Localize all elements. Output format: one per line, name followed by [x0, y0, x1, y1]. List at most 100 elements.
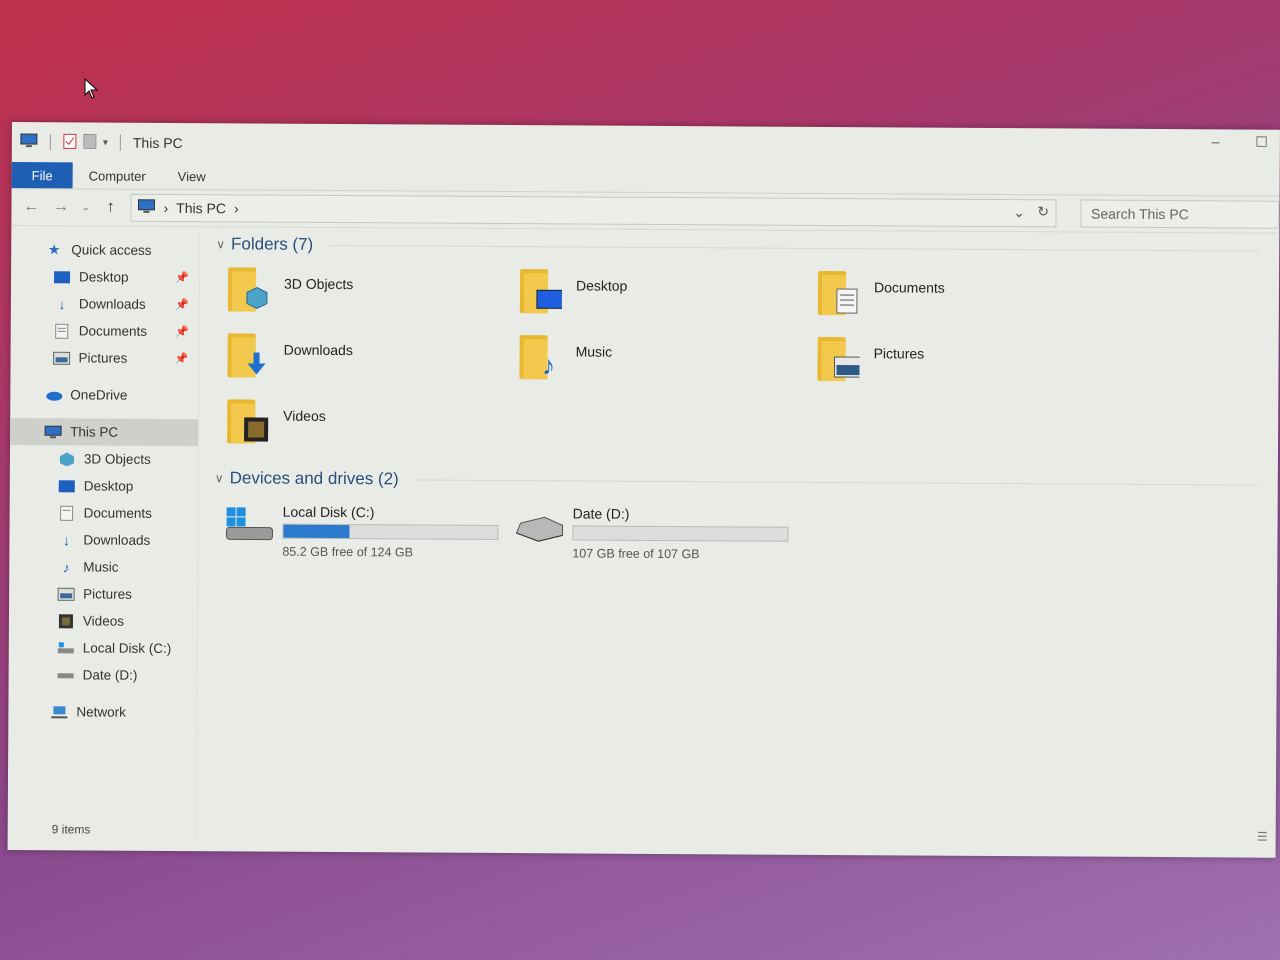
drive-label: Date (D:): [572, 505, 630, 522]
3d-objects-icon: [244, 285, 270, 310]
folder-documents[interactable]: Documents: [816, 267, 1116, 335]
drive-icon: [57, 667, 75, 683]
address-dropdown-icon[interactable]: ⌄: [1013, 204, 1025, 221]
nav-item-videos[interactable]: Videos: [9, 607, 197, 635]
nav-item-desktop-quick[interactable]: Desktop 📌: [11, 263, 199, 291]
nav-network[interactable]: Network: [8, 698, 196, 726]
nav-item-documents[interactable]: Documents: [10, 499, 198, 527]
nav-this-pc[interactable]: This PC: [10, 417, 199, 447]
pin-icon[interactable]: 📌: [175, 325, 189, 338]
breadcrumb-this-pc[interactable]: This PC: [176, 200, 226, 216]
nav-item-downloads-quick[interactable]: ↓ Downloads 📌: [11, 290, 199, 318]
nav-item-music[interactable]: ♪ Music: [9, 553, 197, 581]
collapse-chevron-icon[interactable]: ∨: [216, 237, 225, 251]
forward-arrow-icon[interactable]: →: [51, 198, 71, 216]
download-icon: ↓: [58, 295, 66, 312]
pin-icon[interactable]: 📌: [175, 271, 189, 284]
download-icon: [243, 351, 269, 375]
nav-onedrive[interactable]: OneDrive: [10, 381, 198, 409]
tab-file[interactable]: File: [11, 161, 73, 189]
refresh-icon[interactable]: ↻: [1037, 203, 1049, 220]
properties-icon[interactable]: [63, 133, 77, 152]
nav-item-date-d[interactable]: Date (D:): [9, 661, 197, 689]
address-bar[interactable]: › This PC › ⌄ ↻: [130, 193, 1057, 228]
content-pane: ∨ Folders (7) 3D Objects Desktop Documen…: [197, 227, 1280, 844]
breadcrumb-separator[interactable]: ›: [163, 200, 168, 216]
nav-label: Date (D:): [82, 667, 138, 683]
nav-item-3d-objects[interactable]: 3D Objects: [10, 445, 198, 473]
nav-item-local-disk-c[interactable]: Local Disk (C:): [9, 634, 197, 662]
mouse-cursor-icon: [84, 78, 99, 99]
quick-access-toolbar: ▾ This PC: [20, 133, 183, 153]
document-icon: [834, 288, 860, 314]
tab-computer[interactable]: Computer: [73, 162, 162, 189]
collapse-chevron-icon[interactable]: ∨: [215, 471, 224, 485]
back-arrow-icon[interactable]: ←: [21, 198, 41, 216]
nav-item-documents-quick[interactable]: Documents 📌: [11, 317, 199, 345]
nav-label: 3D Objects: [83, 451, 151, 467]
nav-label: Music: [83, 559, 119, 575]
computer-icon: [20, 133, 38, 152]
usage-fill: [283, 524, 350, 539]
drive-icon: [514, 501, 564, 545]
drive-label: Local Disk (C:): [282, 503, 375, 521]
computer-icon: [44, 424, 62, 440]
window-title: This PC: [132, 134, 183, 152]
nav-label: This PC: [70, 424, 119, 440]
minimize-button[interactable]: –: [1211, 133, 1219, 150]
pin-icon[interactable]: 📌: [175, 298, 189, 311]
tab-view[interactable]: View: [162, 163, 222, 189]
nav-quick-access[interactable]: ★ Quick access: [11, 236, 199, 264]
group-title: Devices and drives (2): [229, 468, 399, 489]
nav-label: Desktop: [79, 269, 129, 285]
picture-icon: [833, 355, 860, 379]
drives-group-header[interactable]: ∨ Devices and drives (2): [215, 463, 1278, 499]
nav-label: Documents: [83, 505, 152, 521]
folder-icon: [226, 263, 274, 315]
details-view-icon[interactable]: ☰: [1257, 830, 1268, 844]
folder-label: Music: [575, 343, 613, 360]
file-explorer-window: ▾ This PC – ☐ File Computer View ← → ⌄ ↑…: [7, 122, 1280, 858]
nav-label: Local Disk (C:): [82, 640, 172, 656]
search-placeholder: Search This PC: [1090, 205, 1189, 223]
folder-label: 3D Objects: [283, 275, 354, 293]
folder-label: Pictures: [873, 345, 925, 362]
folder-videos[interactable]: Videos: [225, 395, 517, 463]
folder-icon: [518, 265, 566, 317]
up-arrow-icon[interactable]: ↑: [101, 199, 121, 217]
nav-item-desktop[interactable]: Desktop: [10, 472, 198, 500]
nav-label: Quick access: [71, 242, 152, 258]
new-folder-icon[interactable]: [83, 133, 97, 152]
drive-date-d[interactable]: Date (D:) 107 GB free of 107 GB: [514, 501, 804, 562]
folder-icon: [815, 333, 863, 385]
video-icon: [57, 613, 75, 629]
drive-local-disk-c[interactable]: Local Disk (C:) 85.2 GB free of 124 GB: [224, 499, 514, 560]
folder-downloads[interactable]: Downloads: [225, 329, 517, 397]
folder-3d-objects[interactable]: 3D Objects: [226, 263, 518, 331]
nav-item-pictures-quick[interactable]: Pictures 📌: [10, 344, 198, 372]
folder-music[interactable]: ♪ Music: [517, 331, 815, 399]
picture-icon: [53, 350, 71, 366]
drives-list: Local Disk (C:) 85.2 GB free of 124 GB D…: [224, 499, 1277, 564]
customize-toolbar-chevron-icon[interactable]: ▾: [103, 137, 108, 148]
star-icon: ★: [47, 241, 61, 258]
folder-label: Downloads: [283, 341, 353, 359]
folder-desktop[interactable]: Desktop: [518, 265, 816, 333]
folder-icon: [816, 267, 864, 319]
nav-item-pictures[interactable]: Pictures: [9, 580, 197, 608]
maximize-button[interactable]: ☐: [1255, 134, 1268, 151]
status-item-count: 9 items: [51, 822, 91, 837]
pin-icon[interactable]: 📌: [175, 352, 189, 365]
nav-item-downloads[interactable]: ↓ Downloads: [9, 526, 197, 554]
folders-group-header[interactable]: ∨ Folders (7): [216, 229, 1279, 265]
cloud-icon: [44, 387, 63, 403]
video-icon: [243, 417, 269, 442]
document-icon: [53, 323, 71, 339]
download-icon: ↓: [62, 531, 70, 548]
search-input[interactable]: Search This PC: [1079, 199, 1280, 229]
folder-pictures[interactable]: Pictures: [815, 333, 1115, 401]
breadcrumb-separator[interactable]: ›: [234, 200, 239, 216]
nav-label: Network: [76, 704, 126, 720]
nav-label: Videos: [82, 613, 125, 629]
recent-locations-chevron-icon[interactable]: ⌄: [81, 202, 91, 213]
